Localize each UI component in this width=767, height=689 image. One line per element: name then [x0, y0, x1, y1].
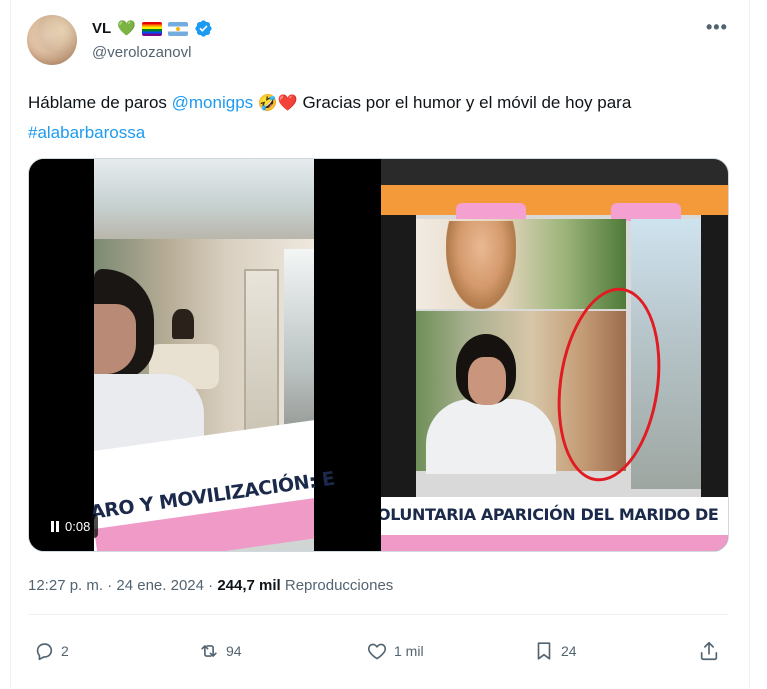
- share-button[interactable]: [698, 636, 720, 666]
- retweet-icon: [201, 645, 217, 657]
- video-time-badge[interactable]: 0:08: [43, 514, 99, 538]
- meta-separator: ·: [103, 577, 117, 594]
- reply-count: 2: [61, 643, 69, 659]
- video-time: 0:08: [65, 518, 91, 534]
- divider: [28, 614, 728, 615]
- avatar[interactable]: [27, 15, 77, 65]
- views-label: Reproducciones: [280, 577, 394, 594]
- pause-icon[interactable]: [51, 520, 59, 532]
- verified-badge-icon: [195, 20, 212, 37]
- more-options-icon[interactable]: •••: [706, 17, 728, 38]
- argentina-flag-icon: [167, 21, 188, 36]
- tweet-text-part: Gracias por el humor y el móvil de hoy p…: [297, 93, 632, 112]
- like-count: 1 mil: [394, 643, 424, 659]
- author-name-row[interactable]: VL 💚: [92, 19, 213, 38]
- tweet-time[interactable]: 12:27 p. m.: [28, 577, 103, 594]
- action-bar: 2 94 1 mil 24: [28, 636, 728, 666]
- heart-icon: [367, 643, 387, 660]
- share-icon: [700, 641, 718, 661]
- like-button[interactable]: 1 mil: [366, 636, 424, 666]
- reply-icon: [36, 643, 53, 661]
- display-name[interactable]: VL: [92, 20, 111, 37]
- red-heart-emoji: ❤️: [277, 95, 298, 112]
- retweet-button[interactable]: 94: [198, 636, 242, 666]
- media-image[interactable]: OLUNTARIA APARICIÓN DEL MARIDO DE: [381, 159, 728, 551]
- mention-link[interactable]: @monigps: [172, 93, 254, 112]
- green-heart-emoji: 💚: [117, 20, 136, 37]
- pride-flag-icon: [141, 21, 162, 36]
- bookmark-icon: [537, 642, 551, 660]
- views-count: 244,7 mil: [217, 577, 281, 594]
- video-player[interactable]: ARO Y MOVILIZACIÓN: E 0:08: [29, 159, 379, 551]
- meta-separator: ·: [203, 577, 218, 594]
- laughing-emoji: 🤣: [257, 95, 278, 112]
- media-grid: ARO Y MOVILIZACIÓN: E 0:08 OLUNTARIA APA…: [28, 158, 729, 552]
- bookmark-count: 24: [561, 643, 577, 659]
- hashtag-link[interactable]: #alabarbarossa: [28, 123, 145, 142]
- reply-button[interactable]: 2: [33, 636, 69, 666]
- retweet-count: 94: [226, 643, 242, 659]
- tweet-text: Háblame de paros @monigps 🤣❤️ Gracias po…: [28, 88, 718, 147]
- tweet-date[interactable]: 24 ene. 2024: [116, 577, 204, 594]
- tweet-meta: 12:27 p. m. · 24 ene. 2024 · 244,7 mil R…: [28, 577, 393, 594]
- image-banner-text: OLUNTARIA APARICIÓN DEL MARIDO DE: [381, 505, 719, 524]
- tweet-text-part: Háblame de paros: [28, 93, 172, 112]
- author-handle[interactable]: @verolozanovl: [92, 44, 191, 61]
- bookmark-button[interactable]: 24: [533, 636, 577, 666]
